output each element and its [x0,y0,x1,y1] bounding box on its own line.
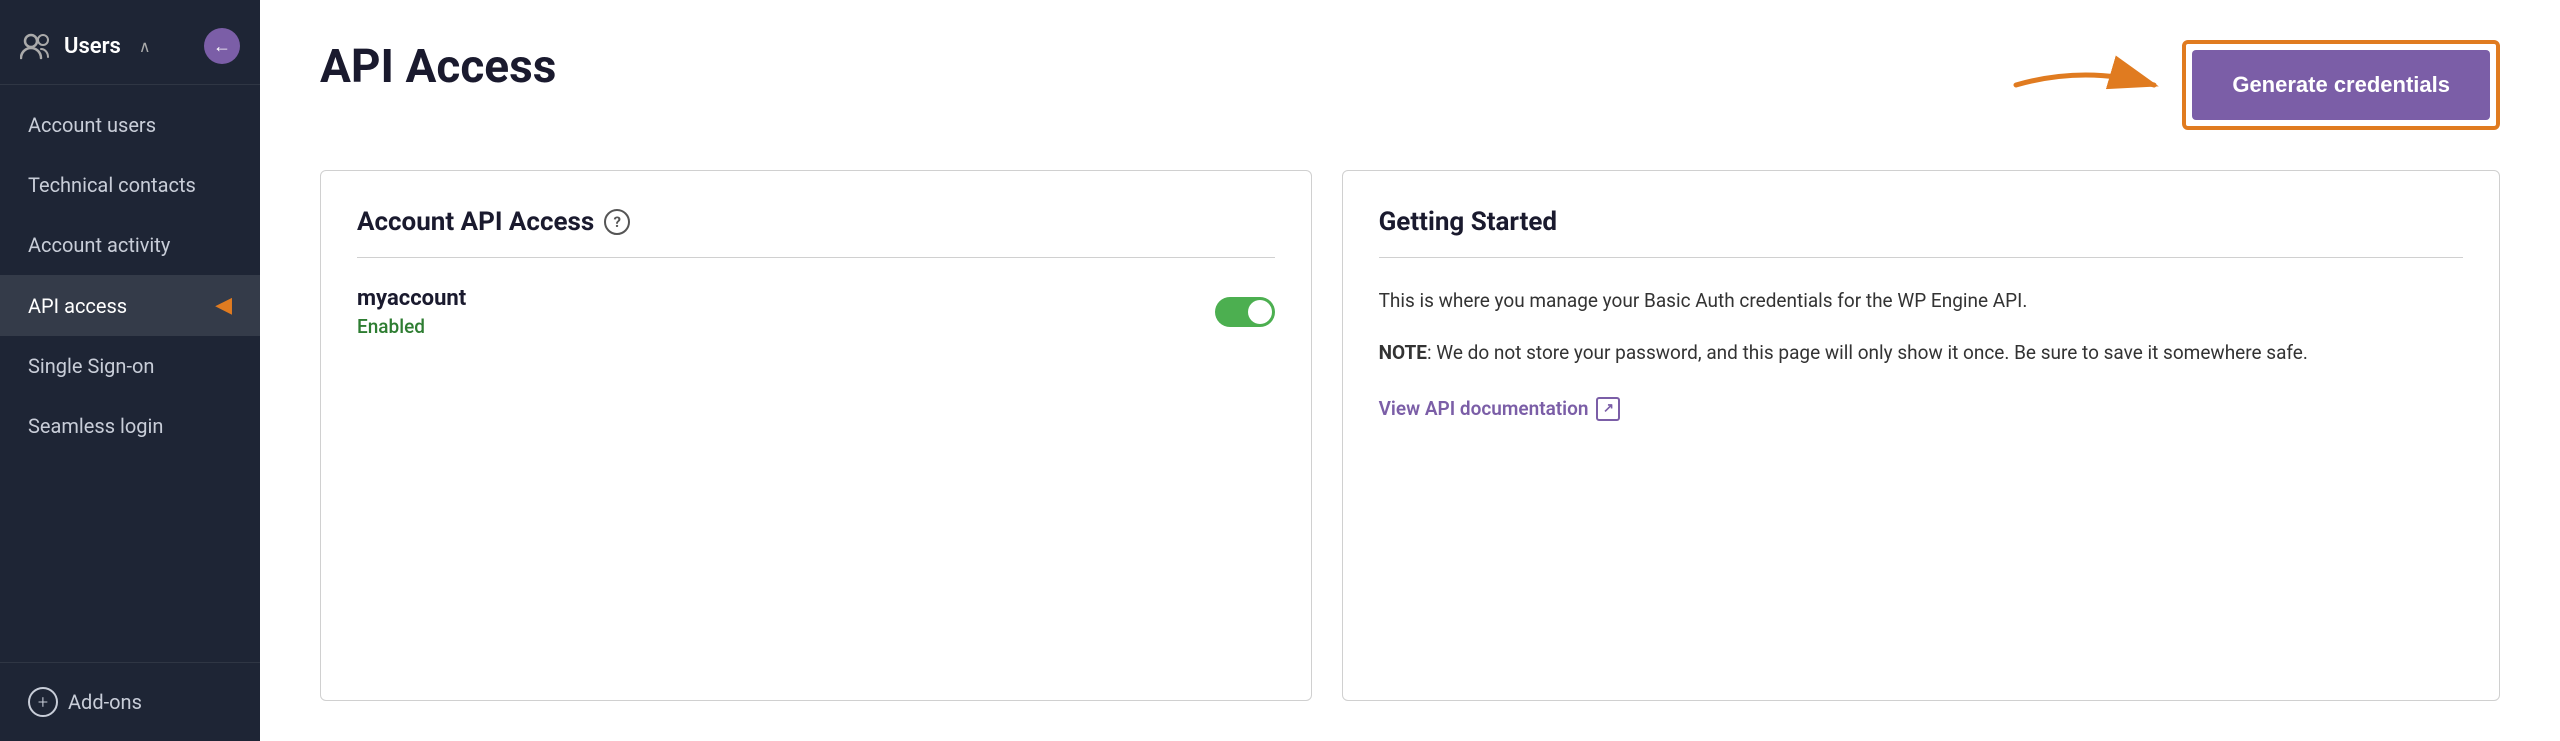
users-icon [20,32,52,60]
sidebar-item-api-access[interactable]: API access ◀ [0,275,260,336]
sidebar-footer: + Add-ons [0,662,260,741]
account-info: myaccount Enabled [357,286,466,338]
chevron-up-icon: ∧ [139,37,151,56]
note-text: : We do not store your password, and thi… [1427,341,2308,364]
generate-credentials-button[interactable]: Generate credentials [2192,50,2490,120]
external-link-icon: ↗ [1596,397,1620,421]
note-label: NOTE [1379,341,1427,364]
plus-icon: + [28,687,58,717]
sidebar-nav: Account users Technical contacts Account… [0,85,260,466]
account-name: myaccount [357,286,466,311]
sidebar-item-technical-contacts[interactable]: Technical contacts [0,155,260,215]
getting-started-card: Getting Started This is where you manage… [1342,170,2500,701]
help-icon[interactable]: ? [604,209,630,235]
sidebar-title-row: Users ∧ [20,32,151,60]
view-api-docs-link[interactable]: View API documentation ↗ [1379,397,1621,421]
sidebar-header: Users ∧ ← [0,0,260,85]
back-button[interactable]: ← [204,28,240,64]
api-access-card-title: Account API Access ? [357,207,1275,237]
cards-row: Account API Access ? myaccount Enabled G… [320,170,2500,701]
addons-link[interactable]: + Add-ons [28,687,232,717]
sidebar-item-account-users[interactable]: Account users [0,95,260,155]
getting-started-divider [1379,257,2463,258]
sidebar-item-account-activity[interactable]: Account activity [0,215,260,275]
header-right: Generate credentials [2006,40,2500,130]
sidebar-item-seamless-login[interactable]: Seamless login [0,396,260,456]
api-access-toggle[interactable] [1215,297,1275,327]
page-title: API Access [320,40,556,94]
api-access-card: Account API Access ? myaccount Enabled [320,170,1312,701]
main-header: API Access Generate credentials [320,40,2500,130]
back-arrow-icon: ← [213,36,231,57]
getting-started-title: Getting Started [1379,207,2463,237]
account-status: Enabled [357,315,466,338]
sidebar-item-single-sign-on[interactable]: Single Sign-on [0,336,260,396]
arrow-icon [2006,55,2166,115]
main-content: API Access Generate credentials [260,0,2560,741]
getting-started-note: NOTE: We do not store your password, and… [1379,338,2463,368]
account-row: myaccount Enabled [357,286,1275,338]
generate-credentials-wrap: Generate credentials [2182,40,2500,130]
sidebar: Users ∧ ← Account users Technical contac… [0,0,260,741]
sidebar-section-title: Users [64,34,121,59]
arrow-annotation [2006,55,2166,115]
card-divider [357,257,1275,258]
toggle-knob [1248,300,1272,324]
active-arrow-icon: ◀ [215,293,232,318]
getting-started-paragraph: This is where you manage your Basic Auth… [1379,286,2463,316]
